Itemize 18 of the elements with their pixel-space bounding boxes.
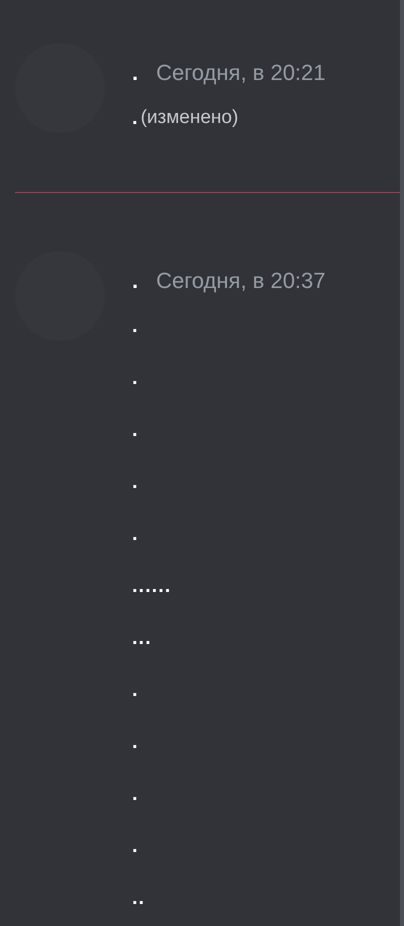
message-text: .	[132, 782, 139, 807]
message-text: .	[132, 106, 139, 131]
message-text: .	[132, 834, 139, 859]
edited-label: (изменено)	[140, 106, 238, 130]
message-text: .	[132, 678, 139, 703]
author-name[interactable]: .	[132, 264, 138, 296]
timestamp: Сегодня, в 20:21	[156, 58, 326, 86]
message-text: .	[132, 470, 139, 495]
message-text: .	[132, 418, 139, 443]
message-text: ...	[132, 626, 152, 651]
message-text: .	[132, 730, 139, 755]
author-name[interactable]: .	[132, 56, 138, 88]
message-text: .	[132, 314, 139, 339]
message-text: ..	[132, 886, 146, 911]
message-text: .	[132, 366, 139, 391]
message-text: .	[132, 522, 139, 547]
message-text: ......	[132, 574, 172, 599]
timestamp: Сегодня, в 20:37	[156, 266, 326, 294]
